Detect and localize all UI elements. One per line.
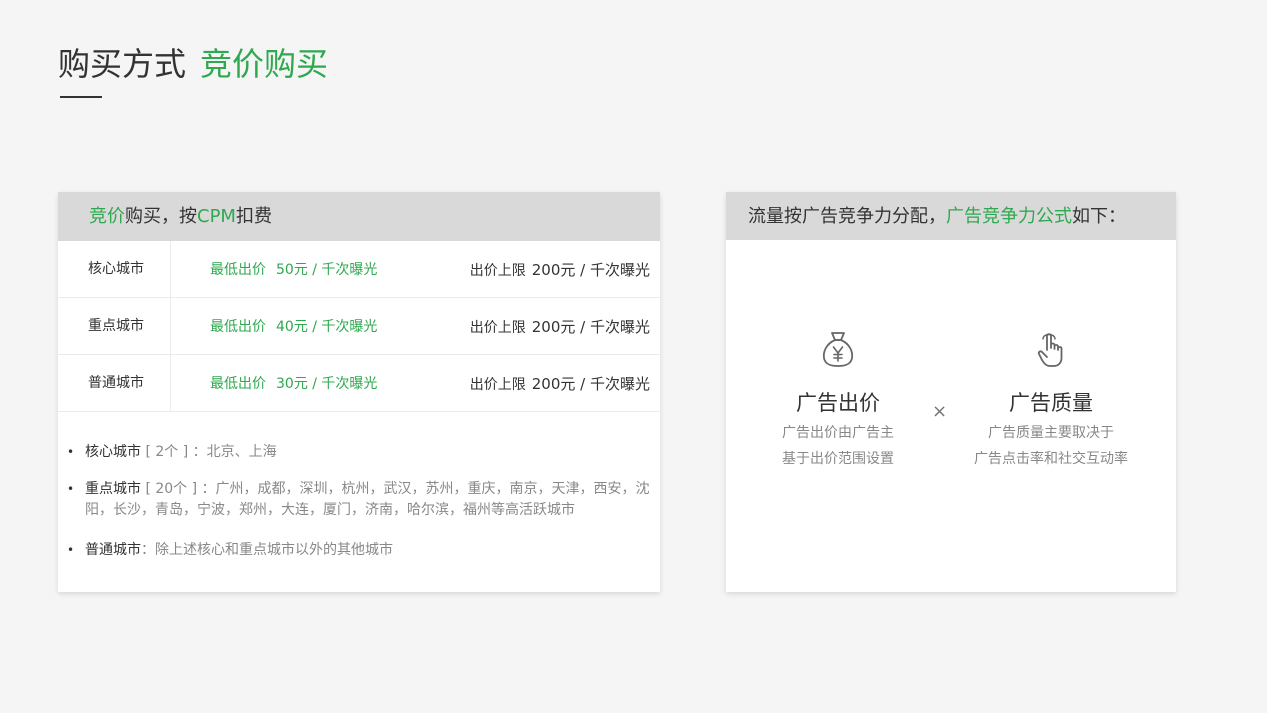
header-green-cpm: CPM bbox=[197, 206, 236, 227]
formula-bid: 广告出价 广告出价由广告主 基于出价范围设置 bbox=[738, 330, 938, 472]
price-row-core: 核心城市 最低出价 50元 / 千次曝光 出价上限 200元 / 千次曝光 bbox=[58, 241, 660, 298]
min-bid: 最低出价 30元 / 千次曝光 bbox=[210, 355, 377, 413]
quality-desc-line1: 广告质量主要取决于 bbox=[988, 425, 1114, 441]
note-label: 普通城市 bbox=[85, 542, 141, 558]
max-bid-value: 200元 / 千次曝光 bbox=[531, 318, 650, 336]
note-detail: [ 2个 ] ：北京、上海 bbox=[141, 444, 277, 460]
bullet: • bbox=[67, 445, 75, 459]
min-bid-value: 50元 / 千次曝光 bbox=[276, 262, 378, 278]
max-bid: 出价上限 200元 / 千次曝光 bbox=[470, 298, 650, 357]
page-title-main: 购买方式 bbox=[58, 45, 187, 83]
min-bid-label: 最低出价 bbox=[210, 319, 266, 335]
note-detail: ：除上述核心和重点城市以外的其他城市 bbox=[141, 542, 393, 558]
bidding-card-header: 竞价购买，按CPM扣费 bbox=[58, 192, 660, 241]
quality-title: 广告质量 bbox=[1009, 391, 1093, 415]
note-label: 重点城市 bbox=[85, 481, 141, 497]
max-bid-value: 200元 / 千次曝光 bbox=[531, 375, 650, 393]
max-bid-value: 200元 / 千次曝光 bbox=[531, 261, 650, 279]
formula-quality: 广告质量 广告质量主要取决于 广告点击率和社交互动率 bbox=[951, 330, 1151, 472]
formula-card: 流量按广告竞争力分配，广告竞争力公式如下： 广告出价 广告出价由广告主 基于出价… bbox=[726, 192, 1176, 592]
min-bid-label: 最低出价 bbox=[210, 262, 266, 278]
header-green-formula: 广告竞争力公式 bbox=[946, 206, 1072, 227]
multiply-operator: × bbox=[932, 401, 948, 422]
note-text: 普通城市：除上述核心和重点城市以外的其他城市 bbox=[85, 540, 652, 561]
price-row-key: 重点城市 最低出价 40元 / 千次曝光 出价上限 200元 / 千次曝光 bbox=[58, 298, 660, 355]
min-bid: 最低出价 40元 / 千次曝光 bbox=[210, 298, 377, 356]
hand-pointer-icon bbox=[1037, 333, 1063, 367]
min-bid-label: 最低出价 bbox=[210, 376, 266, 392]
max-bid: 出价上限 200元 / 千次曝光 bbox=[470, 355, 650, 414]
city-tier-label: 普通城市 bbox=[58, 355, 171, 411]
bullet: • bbox=[67, 543, 75, 557]
note-text: 重点城市 [ 20个 ] ：广州，成都，深圳，杭州，武汉，苏州，重庆，南京，天津… bbox=[85, 479, 652, 521]
max-bid-label: 出价上限 bbox=[469, 263, 526, 279]
note-text: 核心城市 [ 2个 ] ：北京、上海 bbox=[85, 442, 652, 463]
formula-card-header: 流量按广告竞争力分配，广告竞争力公式如下： bbox=[726, 192, 1176, 240]
min-bid: 最低出价 50元 / 千次曝光 bbox=[210, 241, 377, 299]
min-bid-value: 40元 / 千次曝光 bbox=[276, 319, 378, 335]
header-text-traffic: 流量按广告竞争力分配， bbox=[748, 206, 946, 227]
note-label: 核心城市 bbox=[85, 444, 141, 460]
price-row-normal: 普通城市 最低出价 30元 / 千次曝光 出价上限 200元 / 千次曝光 bbox=[58, 355, 660, 412]
note-detail: [ 20个 ] ：广州，成都，深圳，杭州，武汉，苏州，重庆，南京，天津，西安，沈… bbox=[85, 481, 650, 518]
title-underline bbox=[60, 96, 102, 98]
city-tier-label: 重点城市 bbox=[58, 298, 171, 354]
max-bid: 出价上限 200元 / 千次曝光 bbox=[470, 241, 650, 300]
header-green-bid: 竞价 bbox=[89, 206, 125, 227]
header-text-below: 如下： bbox=[1072, 206, 1126, 227]
page-title: 购买方式 竞价购买 bbox=[58, 42, 328, 86]
bid-desc-line1: 广告出价由广告主 bbox=[782, 425, 894, 441]
max-bid-label: 出价上限 bbox=[469, 377, 526, 393]
money-bag-icon bbox=[822, 332, 854, 367]
bidding-card: 竞价购买，按CPM扣费 核心城市 最低出价 50元 / 千次曝光 出价上限 200元… bbox=[58, 192, 660, 592]
bid-title: 广告出价 bbox=[796, 391, 880, 415]
header-text-fee: 扣费 bbox=[235, 206, 272, 227]
header-text-buy: 购买，按 bbox=[125, 206, 197, 227]
max-bid-label: 出价上限 bbox=[469, 320, 526, 336]
city-tier-label: 核心城市 bbox=[58, 241, 171, 297]
quality-desc-line2: 广告点击率和社交互动率 bbox=[974, 451, 1128, 467]
page-title-highlight: 竞价购买 bbox=[200, 45, 329, 83]
bullet: • bbox=[67, 482, 75, 496]
min-bid-value: 30元 / 千次曝光 bbox=[276, 376, 378, 392]
bid-desc-line2: 基于出价范围设置 bbox=[782, 451, 894, 467]
